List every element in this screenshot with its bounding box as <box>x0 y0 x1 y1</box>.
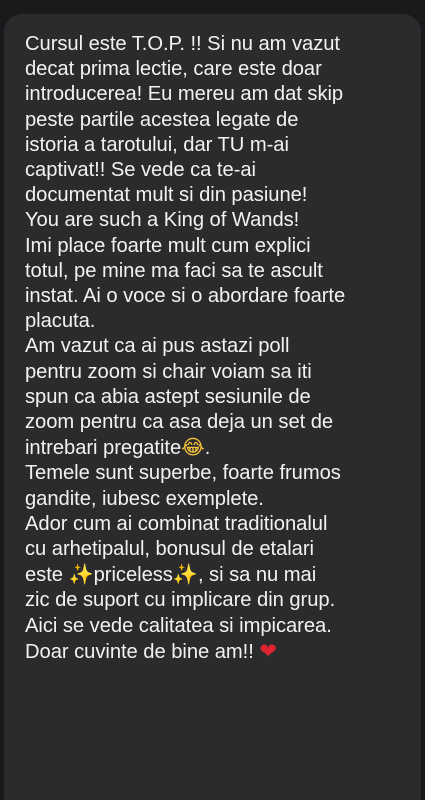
message-line: totul, pe mine ma faci sa te ascult <box>25 259 323 282</box>
message-text: Doar cuvinte de bine am!! <box>25 640 260 663</box>
message-line: You are such a King of Wands! <box>25 209 300 232</box>
laughing-emoji-icon: 😂 <box>181 435 205 460</box>
message-line: Temele sunt superbe, foarte frumos <box>25 462 341 485</box>
sparkles-emoji-icon: ✨ <box>172 562 198 587</box>
sparkles-emoji-icon: ✨ <box>68 562 94 587</box>
message-line: documentat mult si din pasiune! <box>25 184 308 207</box>
message-line: gandite, iubesc exemplete. <box>25 487 264 510</box>
message-line: zoom pentru ca asa deja un set de <box>25 411 334 434</box>
message-line: Am vazut ca ai pus astazi poll <box>25 335 290 358</box>
message-line: introducerea! Eu mereu am dat skip <box>25 83 344 106</box>
message-line: cu arhetipalul, bonusul de etalari <box>25 538 314 561</box>
message-line: peste partile acestea legate de <box>25 108 299 131</box>
message-text: priceless <box>93 564 173 587</box>
message-line: intrebari pregatite😂. <box>25 435 421 461</box>
message-text: , si sa nu mai <box>197 564 317 587</box>
message-text: este <box>25 564 69 587</box>
message-line: captivat!! Se vede ca te-ai <box>25 159 256 182</box>
message-line: Ador cum ai combinat traditionalul <box>25 512 328 535</box>
message-bubble[interactable]: Cursul este T.O.P. !! Si nu am vazut dec… <box>4 14 421 800</box>
message-line: pentru zoom si chair voiam sa iti <box>25 360 312 383</box>
message-line: este ✨priceless✨, si sa nu mai <box>25 562 421 588</box>
message-line: Doar cuvinte de bine am!! ❤ <box>25 639 421 665</box>
message-line: zic de suport cu implicare din grup. <box>25 589 336 612</box>
message-line: Cursul este T.O.P. !! Si nu am vazut <box>25 33 340 55</box>
message-line: decat prima lectie, care este doar <box>25 58 322 81</box>
message-line: Imi place foarte mult cum explici <box>25 234 311 257</box>
red-heart-emoji-icon: ❤ <box>259 638 277 663</box>
message-line: instat. Ai o voce si o abordare foarte <box>25 285 346 308</box>
message-text: intrebari pregatite <box>25 437 182 460</box>
message-text: . <box>204 437 211 460</box>
message-line: Aici se vede calitatea si impicarea. <box>25 614 332 637</box>
message-line: istoria a tarotului, dar TU m-ai <box>25 133 289 156</box>
message-line: spun ca abia astept sesiunile de <box>25 385 311 408</box>
message-line: placuta. <box>25 310 96 333</box>
